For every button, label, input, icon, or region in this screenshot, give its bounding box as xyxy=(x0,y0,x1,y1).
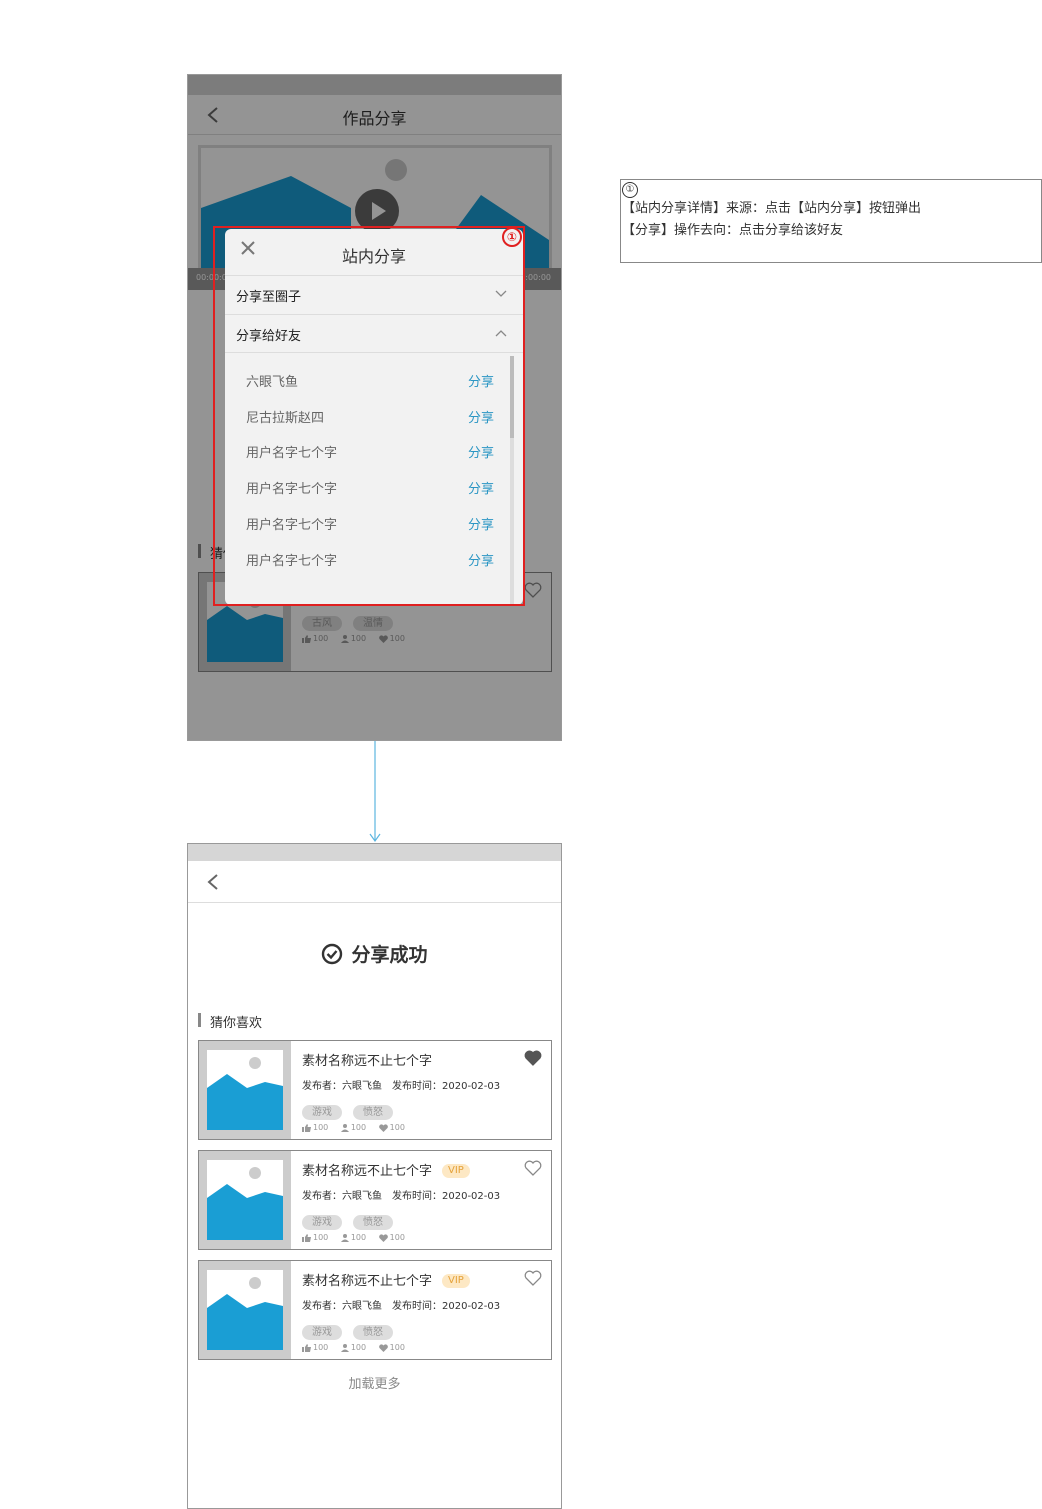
thumb-up-icon xyxy=(302,1233,311,1242)
annotation-note-marker: ① xyxy=(622,182,638,198)
publisher: 发布者：六眼飞鱼 xyxy=(302,1191,382,1202)
card-meta: 发布者：六眼飞鱼 发布时间：2020-02-03 xyxy=(302,1187,510,1202)
card-meta: 发布者：六眼飞鱼 发布时间：2020-02-03 xyxy=(302,1077,510,1092)
card-stats: 100 100 100 xyxy=(302,1123,415,1134)
success-text: 分享成功 xyxy=(351,944,428,966)
image-placeholder-icon xyxy=(207,1167,283,1240)
heart-filled-icon[interactable] xyxy=(524,1050,542,1066)
like-count: 100 xyxy=(313,1343,329,1352)
card-thumbnail xyxy=(199,1041,291,1139)
annotation-marker: ① xyxy=(502,227,522,247)
card-title-text: 素材名称远不止七个字 xyxy=(302,1164,433,1179)
user-count: 100 xyxy=(350,1233,367,1242)
material-card[interactable]: 素材名称远不止七个字 发布者：六眼飞鱼 发布时间：2020-02-03 游戏 愤怒 … xyxy=(198,1040,552,1140)
tag[interactable]: 游戏 xyxy=(302,1105,342,1120)
load-more-button[interactable]: 加载更多 xyxy=(188,1373,561,1392)
card-stats: 100 100 100 xyxy=(302,1233,415,1244)
card-tags: 游戏 愤怒 xyxy=(302,1210,404,1230)
card-title: 素材名称远不止七个字 xyxy=(302,1050,432,1069)
check-circle-icon xyxy=(322,943,343,965)
heart-outline-icon[interactable] xyxy=(524,1270,542,1286)
back-arrow-icon[interactable] xyxy=(206,873,220,891)
annotation-line: 【分享】操作去向：点击分享给该好友 xyxy=(622,223,844,238)
card-title-text: 素材名称远不止七个字 xyxy=(302,1274,433,1289)
thumb-up-icon xyxy=(302,1343,311,1352)
user-count: 100 xyxy=(350,1343,367,1352)
user-icon xyxy=(340,1123,349,1132)
like-count: 100 xyxy=(313,1233,329,1242)
card-title-text: 素材名称远不止七个字 xyxy=(302,1054,433,1069)
heart-icon xyxy=(378,1233,388,1242)
tag[interactable]: 愤怒 xyxy=(353,1215,393,1230)
publish-time: 发布时间：2020-02-03 xyxy=(392,1081,501,1092)
card-title: 素材名称远不止七个字 VIP xyxy=(302,1270,470,1289)
user-count: 100 xyxy=(350,1123,367,1132)
card-tags: 游戏 愤怒 xyxy=(302,1320,404,1340)
vip-badge: VIP xyxy=(442,1274,470,1288)
fav-count: 100 xyxy=(389,1123,405,1132)
heart-outline-icon[interactable] xyxy=(524,1160,542,1176)
vip-badge: VIP xyxy=(442,1164,470,1178)
card-meta: 发布者：六眼飞鱼 发布时间：2020-02-03 xyxy=(302,1297,510,1312)
annotation-note: ① 【站内分享详情】来源：点击【站内分享】按钮弹出 【分享】操作去向：点击分享给… xyxy=(620,179,1042,263)
fav-count: 100 xyxy=(389,1233,405,1242)
image-placeholder-icon xyxy=(207,1057,283,1130)
heart-icon xyxy=(378,1343,388,1352)
publisher: 发布者：六眼飞鱼 xyxy=(302,1301,382,1312)
card-thumbnail xyxy=(199,1261,291,1359)
image-placeholder-icon xyxy=(207,1277,283,1350)
card-title: 素材名称远不止七个字 VIP xyxy=(302,1160,470,1179)
heart-icon xyxy=(378,1123,388,1132)
share-success-message: 分享成功 xyxy=(188,940,561,967)
publisher: 发布者：六眼飞鱼 xyxy=(302,1081,382,1092)
material-card[interactable]: 素材名称远不止七个字 VIP 发布者：六眼飞鱼 发布时间：2020-02-03 游戏… xyxy=(198,1260,552,1360)
tag[interactable]: 游戏 xyxy=(302,1325,342,1340)
like-count: 100 xyxy=(313,1123,329,1132)
annotation-highlight-box xyxy=(213,226,525,606)
card-stats: 100 100 100 xyxy=(302,1343,415,1354)
flow-arrow xyxy=(369,741,381,843)
thumb-up-icon xyxy=(302,1123,311,1132)
fav-count: 100 xyxy=(389,1343,405,1352)
card-tags: 游戏 愤怒 xyxy=(302,1100,404,1120)
material-card[interactable]: 素材名称远不止七个字 VIP 发布者：六眼飞鱼 发布时间：2020-02-03 游戏… xyxy=(198,1150,552,1250)
publish-time: 发布时间：2020-02-03 xyxy=(392,1301,501,1312)
user-icon xyxy=(340,1233,349,1242)
status-bar xyxy=(188,844,561,861)
user-icon xyxy=(340,1343,349,1352)
nav-bar xyxy=(188,861,561,903)
tag[interactable]: 游戏 xyxy=(302,1215,342,1230)
screen-share-success: 分享成功 猜你喜欢 素材名称远不止七个字 发布者：六眼飞鱼 发布时间：2020-0… xyxy=(187,843,562,1509)
annotation-line: 【站内分享详情】来源：点击【站内分享】按钮弹出 xyxy=(622,201,922,216)
tag[interactable]: 愤怒 xyxy=(353,1325,393,1340)
section-title-recommend: 猜你喜欢 xyxy=(198,1012,262,1031)
publish-time: 发布时间：2020-02-03 xyxy=(392,1191,501,1202)
tag[interactable]: 愤怒 xyxy=(353,1105,393,1120)
card-thumbnail xyxy=(199,1151,291,1249)
